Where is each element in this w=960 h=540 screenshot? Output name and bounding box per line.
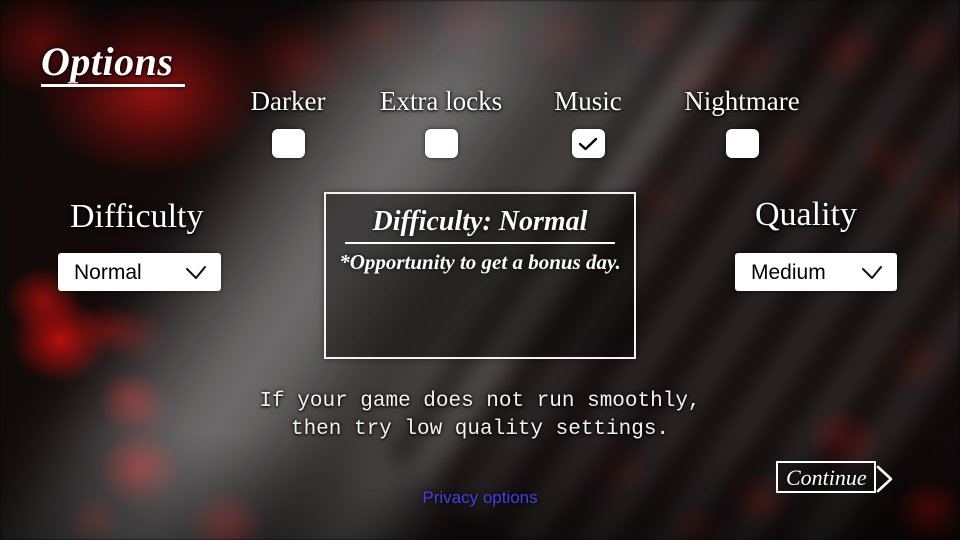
difficulty-info-panel: Difficulty: Normal *Opportunity to get a… (324, 192, 636, 359)
info-panel-title-underline (345, 242, 615, 244)
info-panel-title: Difficulty: Normal (372, 206, 588, 237)
checkbox-darker[interactable] (271, 129, 305, 158)
continue-button[interactable]: Continue (776, 461, 893, 493)
toggle-label-darker: Darker (250, 86, 326, 116)
quality-hint-line-2: then try low quality settings. (290, 417, 670, 441)
toggle-nightmare[interactable]: Nightmare (667, 88, 817, 158)
difficulty-dropdown[interactable]: Normal (58, 253, 221, 291)
check-icon (578, 137, 598, 150)
options-screen: Options Darker Extra locks Music Nightma… (0, 0, 960, 540)
quality-dropdown[interactable]: Medium (735, 253, 897, 291)
quality-heading: Quality (755, 196, 857, 233)
quality-hint-line-1: If your game does not run smoothly, (259, 390, 701, 413)
toggle-darker[interactable]: Darker (238, 88, 338, 158)
chevron-down-icon (186, 265, 206, 279)
privacy-options-label: Privacy options (422, 488, 538, 507)
page-title: Options (41, 39, 174, 84)
checkbox-extra-locks[interactable] (424, 129, 458, 158)
checkbox-music[interactable] (571, 129, 605, 158)
continue-button-label: Continue (786, 465, 867, 490)
quality-value: Medium (751, 260, 826, 284)
chevron-down-icon (862, 265, 882, 279)
toggle-music[interactable]: Music (538, 88, 638, 158)
toggle-extra-locks[interactable]: Extra locks (366, 88, 516, 158)
toggle-label-music: Music (554, 86, 622, 116)
quality-hint-text: If your game does not run smoothly, then… (0, 388, 960, 443)
page-title-underline (41, 84, 185, 87)
difficulty-heading: Difficulty (70, 198, 204, 235)
info-panel-subtitle: *Opportunity to get a bonus day. (339, 250, 621, 274)
checkbox-nightmare[interactable] (725, 129, 759, 158)
difficulty-value: Normal (74, 260, 142, 284)
toggle-label-extra-locks: Extra locks (379, 86, 503, 116)
toggle-label-nightmare: Nightmare (684, 86, 800, 116)
chevron-right-icon (876, 465, 893, 493)
